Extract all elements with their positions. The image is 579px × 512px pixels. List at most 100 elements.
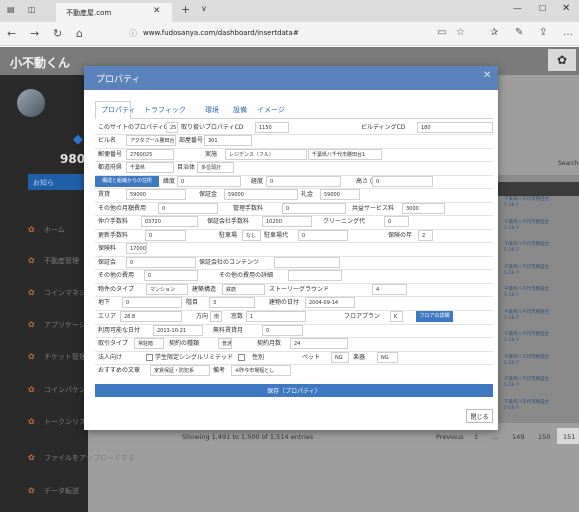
sidebar-item-coinpacket[interactable]: ✿ コインパケン bbox=[0, 377, 88, 402]
field-input[interactable]: 2760025 bbox=[126, 149, 174, 160]
field-input[interactable]: 0 bbox=[144, 270, 198, 281]
background-row-text: 千葉県八千代市勝田台 bbox=[504, 287, 549, 292]
field-input[interactable]: 25 bbox=[166, 122, 178, 133]
close-tab-icon[interactable]: ✕ bbox=[153, 6, 161, 16]
field-input[interactable]: 3000 bbox=[402, 203, 445, 214]
field-input[interactable]: 鉄筋 bbox=[222, 284, 265, 295]
field-input[interactable]: 0 bbox=[145, 230, 186, 241]
field-input[interactable]: 千葉県八千代市勝田台1 bbox=[308, 149, 382, 160]
field-input[interactable]: 多位頭計 bbox=[197, 162, 234, 173]
field-input[interactable]: 0 bbox=[384, 216, 409, 227]
action-button[interactable]: フロアの詳細 bbox=[416, 311, 453, 322]
sidebar-item-transfer[interactable]: ✿ データ転送 bbox=[0, 478, 88, 503]
pagination-page[interactable]: 149 bbox=[512, 433, 524, 441]
pagination-page[interactable]: 150 bbox=[538, 433, 550, 441]
set-aside-tabs-icon[interactable]: ◫ bbox=[28, 5, 36, 14]
sidebar-item-ticket[interactable]: ✿ チケット管理 bbox=[0, 344, 88, 369]
maximize-icon[interactable]: ☐ bbox=[539, 4, 546, 13]
home-icon[interactable]: ⌂ bbox=[76, 27, 83, 40]
tab-images[interactable]: イメージ bbox=[257, 105, 285, 115]
tab-property[interactable]: プロパティ bbox=[101, 105, 136, 115]
avatar[interactable] bbox=[17, 89, 45, 117]
field-input[interactable]: 03720 bbox=[141, 216, 198, 227]
field-input[interactable]: K bbox=[390, 311, 403, 322]
field-input[interactable]: 2004-09-14 bbox=[305, 297, 355, 308]
web-note-icon[interactable]: ✎ bbox=[515, 27, 523, 38]
save-property-label: 保存（プロパティ） bbox=[267, 388, 321, 395]
field-input[interactable]: 家賃保証・防犯系 bbox=[150, 365, 210, 376]
favorite-star-icon[interactable]: ☆ bbox=[456, 27, 465, 38]
pagination-page[interactable]: 151 bbox=[563, 433, 575, 441]
share-icon[interactable]: ⇪ bbox=[539, 27, 547, 38]
field-input[interactable]: ※昨今市場程とし bbox=[231, 365, 291, 376]
field-input[interactable]: 10200 bbox=[262, 216, 312, 227]
field-input[interactable]: 59000 bbox=[224, 189, 298, 200]
gear-icon[interactable]: ✿ bbox=[557, 53, 567, 67]
field-input[interactable]: 常駐暗 bbox=[134, 338, 164, 349]
tab-list-icon[interactable]: ▤ bbox=[7, 5, 15, 14]
field-input[interactable]: 0 bbox=[122, 297, 182, 308]
window-close-icon[interactable]: ✕ bbox=[562, 3, 570, 14]
field-input[interactable]: 59000 bbox=[320, 189, 360, 200]
refresh-icon[interactable]: ↻ bbox=[53, 27, 62, 40]
field-input[interactable]: なし bbox=[242, 230, 261, 241]
tab-environment[interactable]: 環境 bbox=[205, 105, 219, 115]
sidebar-item-application[interactable]: ✿ アプリケーシ bbox=[0, 312, 88, 337]
action-button[interactable]: 構成と組繊からの住所 bbox=[95, 176, 159, 187]
field-input[interactable]: 0 bbox=[177, 176, 241, 187]
browser-tab[interactable]: 不動産屋.com ✕ bbox=[56, 3, 172, 22]
field-input[interactable]: 0 bbox=[126, 257, 196, 268]
field-input[interactable] bbox=[288, 270, 342, 281]
field-input[interactable]: 南 bbox=[210, 311, 222, 322]
sidebar-item-tokens[interactable]: ✿ トークンリス bbox=[0, 409, 88, 434]
field-input[interactable]: NG bbox=[377, 352, 398, 363]
back-icon[interactable]: ← bbox=[7, 27, 16, 40]
field-input[interactable]: NG bbox=[331, 352, 349, 363]
modal-close-icon[interactable]: ✕ bbox=[483, 70, 491, 81]
sidebar-item-property[interactable]: ✿ 不動産管理 bbox=[0, 248, 88, 273]
field-input[interactable]: 2 bbox=[418, 230, 433, 241]
field-input[interactable]: 1 bbox=[246, 311, 306, 322]
sidebar-item-home[interactable]: ✿ ホーム bbox=[0, 217, 88, 242]
url-field[interactable]: ⓘ www.fudosanya.com/dashboard/insertdata… bbox=[116, 26, 476, 42]
field-input[interactable]: 千葉県 bbox=[126, 162, 174, 173]
field-label: 実施 bbox=[205, 151, 218, 158]
field-input[interactable]: 24 bbox=[290, 338, 348, 349]
field-input[interactable]: 17000 bbox=[126, 243, 147, 254]
new-tab-icon[interactable]: + bbox=[181, 3, 190, 16]
field-input[interactable]: 3 bbox=[209, 297, 255, 308]
field-input[interactable]: レジデンス（フル） bbox=[225, 149, 307, 160]
field-input[interactable]: 301 bbox=[204, 135, 252, 146]
field-input[interactable]: 4 bbox=[372, 284, 407, 295]
sidebar-item-upload[interactable]: ✿ ファイルをアップロードする bbox=[0, 445, 135, 470]
field-input[interactable]: 0 bbox=[372, 176, 433, 187]
field-input[interactable]: 0 bbox=[282, 203, 346, 214]
site-info-icon[interactable]: ⓘ bbox=[129, 28, 137, 39]
field-input[interactable]: 1150 bbox=[255, 122, 289, 133]
field-input[interactable]: マンション bbox=[146, 284, 188, 295]
field-input[interactable]: 180 bbox=[417, 122, 493, 133]
forward-icon[interactable]: → bbox=[30, 27, 39, 40]
tab-equipment[interactable]: 設備 bbox=[233, 105, 247, 115]
field-label: 保険料 bbox=[98, 245, 117, 252]
field-input[interactable] bbox=[274, 257, 340, 268]
favorites-hub-icon[interactable]: ✰ bbox=[490, 27, 498, 38]
more-icon[interactable]: … bbox=[563, 27, 573, 38]
tab-traffic[interactable]: トラフィック bbox=[144, 105, 186, 115]
pagination-previous[interactable]: Previous bbox=[436, 433, 463, 441]
chevron-down-icon[interactable]: ∨ bbox=[201, 4, 207, 13]
field-input[interactable]: 0 bbox=[298, 230, 348, 241]
field-input[interactable]: 0 bbox=[266, 176, 341, 187]
minimize-icon[interactable]: — bbox=[513, 4, 522, 14]
field-input[interactable]: 28.8 bbox=[120, 311, 182, 322]
checkbox[interactable] bbox=[238, 354, 245, 361]
sidebar-item-coin[interactable]: ✿ コインマネジ bbox=[0, 280, 88, 305]
reading-view-icon[interactable]: ▭ bbox=[437, 27, 446, 38]
field-input[interactable]: 0 bbox=[262, 325, 303, 336]
field-input[interactable]: 59000 bbox=[126, 189, 186, 200]
field-input[interactable]: アクタプール勝田台 bbox=[126, 135, 176, 146]
pagination-page[interactable]: 1 bbox=[474, 433, 478, 441]
field-input[interactable]: 普通 bbox=[218, 338, 232, 349]
field-input[interactable]: 2013-10-21 bbox=[153, 325, 203, 336]
field-input[interactable]: 0 bbox=[158, 203, 218, 214]
